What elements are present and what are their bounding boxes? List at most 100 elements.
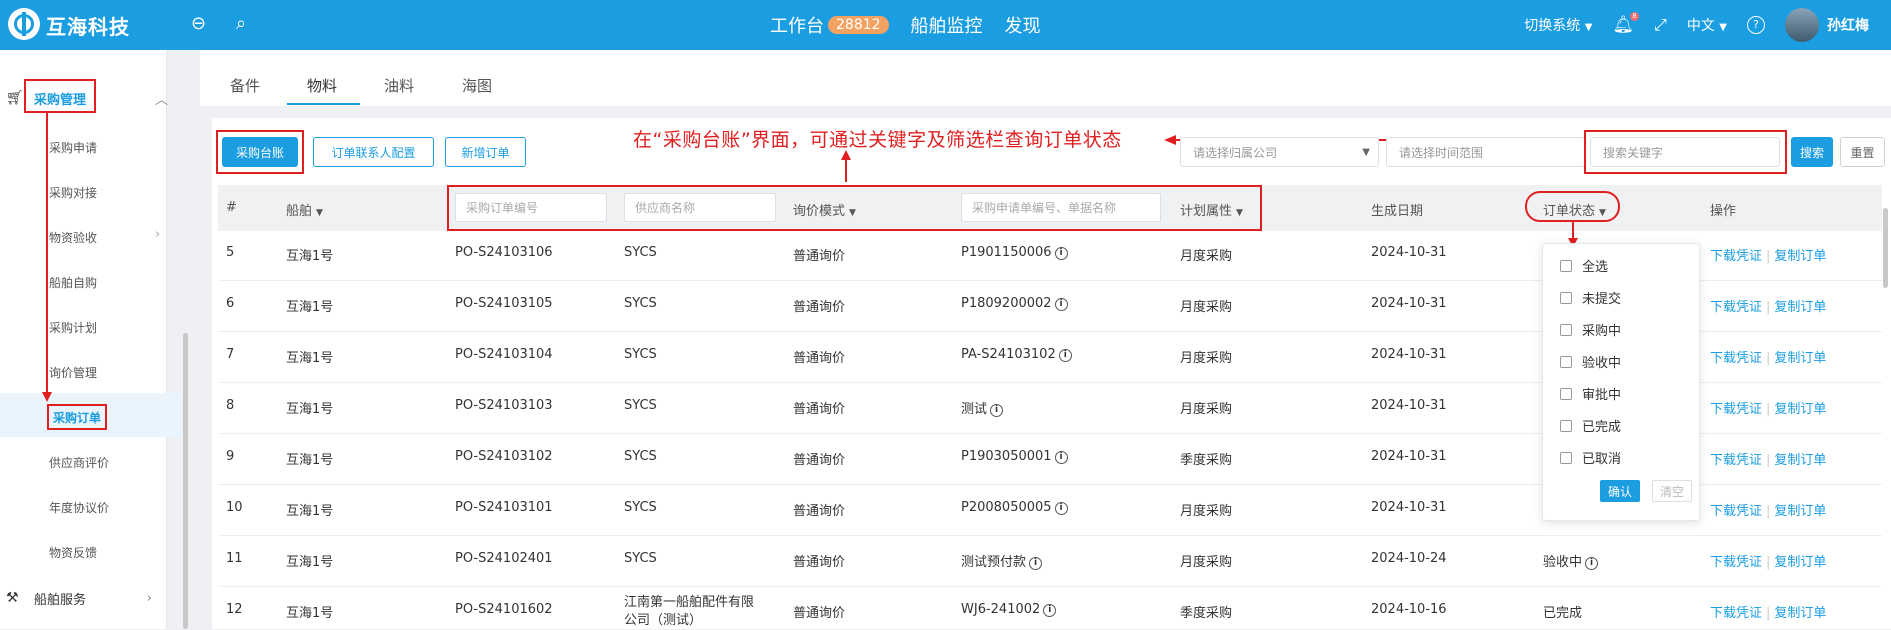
cell-index: 12	[226, 602, 243, 617]
sidebar-item-self-purchase[interactable]: 船舶自购	[49, 274, 97, 291]
reset-button[interactable]: 重置	[1840, 137, 1885, 167]
info-icon[interactable]: i	[1585, 557, 1599, 570]
switch-system-menu[interactable]: 切换系统 ▼	[1524, 15, 1592, 35]
nav-workbench[interactable]: 工作台 28812	[770, 12, 889, 38]
annotation-text: 在“采购台账”界面，可通过关键字及筛选栏查询订单状态	[633, 129, 1122, 151]
sidebar-item-purchase-plan[interactable]: 采购计划	[49, 319, 97, 336]
download-voucher-link[interactable]: 下载凭证	[1710, 351, 1762, 366]
sidebar-item-supplier-evaluation[interactable]: 供应商评价	[49, 454, 109, 471]
cell-inquiry-mode-text: 普通询价	[793, 249, 846, 264]
status-confirm-button[interactable]: 确认	[1600, 480, 1640, 502]
status-option-all[interactable]: 全选	[1560, 256, 1608, 275]
back-circle-icon[interactable]: ⊖	[191, 13, 206, 34]
contact-config-button[interactable]: 订单联系人配置	[313, 137, 434, 167]
copy-order-link[interactable]: 复制订单	[1774, 300, 1826, 315]
sidebar-item-material-feedback[interactable]: 物资反馈	[49, 544, 97, 561]
checkbox[interactable]	[1560, 419, 1572, 432]
copy-order-link[interactable]: 复制订单	[1774, 351, 1826, 366]
tab-materials[interactable]: 物料	[307, 75, 337, 96]
tab-charts[interactable]: 海图	[462, 75, 492, 96]
col-ship-filter[interactable]: 船舶 ▼	[286, 200, 323, 219]
ledger-button[interactable]: 采购台账	[222, 137, 298, 167]
tab-spare-parts[interactable]: 备件	[230, 75, 260, 96]
status-option-completed[interactable]: 已完成	[1560, 416, 1621, 435]
checkbox[interactable]	[1560, 291, 1572, 304]
checkbox[interactable]	[1560, 259, 1572, 272]
copy-order-link[interactable]: 复制订单	[1774, 504, 1826, 519]
checkbox[interactable]	[1560, 323, 1572, 336]
copy-order-link[interactable]: 复制订单	[1774, 402, 1826, 417]
cell-supplier-line: 江南第一船舶配件有限	[624, 595, 755, 610]
checkbox[interactable]	[1560, 355, 1572, 368]
copy-order-link[interactable]: 复制订单	[1774, 606, 1826, 621]
sidebar-item-purchase-request[interactable]: 采购申请	[49, 139, 97, 156]
table-scrollbar[interactable]	[1883, 208, 1888, 288]
info-icon[interactable]: i	[1029, 557, 1043, 570]
language-menu[interactable]: 中文 ▼	[1687, 15, 1727, 35]
cell-plan-attr-text: 月度采购	[1180, 300, 1233, 315]
sidebar-item-material-acceptance[interactable]: 物资验收	[49, 229, 97, 246]
download-voucher-link[interactable]: 下载凭证	[1710, 249, 1762, 264]
nav-ship-monitor[interactable]: 船舶监控	[911, 12, 983, 38]
status-clear-button[interactable]: 清空	[1652, 480, 1692, 502]
time-range-picker[interactable]: 请选择时间范围	[1386, 137, 1585, 167]
search-button[interactable]: 搜索	[1791, 137, 1833, 167]
status-option-label: 未提交	[1582, 292, 1622, 307]
sidebar-group-procurement[interactable]: 🛒︎ 采购管理 ︿	[0, 80, 168, 116]
sidebar-item-purchase-docking[interactable]: 采购对接	[49, 184, 97, 201]
info-icon[interactable]: i	[990, 404, 1004, 417]
user-name[interactable]: 孙红梅	[1827, 15, 1869, 35]
nav-workbench-label: 工作台	[770, 16, 824, 37]
download-voucher-link[interactable]: 下载凭证	[1710, 300, 1762, 315]
fullscreen-icon[interactable]: ⤢	[1654, 15, 1667, 35]
col-inquiry-mode-filter[interactable]: 询价模式 ▼	[793, 200, 856, 219]
order-number-filter[interactable]: 采购订单编号	[455, 193, 607, 222]
cell-ship: 互海1号	[286, 296, 333, 315]
col-plan-attr-filter[interactable]: 计划属性 ▼	[1180, 200, 1243, 219]
col-order-status-filter[interactable]: 订单状态 ▼	[1543, 200, 1606, 219]
checkbox[interactable]	[1560, 387, 1572, 400]
download-voucher-link[interactable]: 下载凭证	[1710, 504, 1762, 519]
status-option-accepting[interactable]: 验收中	[1560, 352, 1621, 371]
status-option-cancelled[interactable]: 已取消	[1560, 448, 1621, 467]
info-icon[interactable]: i	[1058, 349, 1072, 362]
info-icon[interactable]: i	[1054, 298, 1068, 311]
tab-oil[interactable]: 油料	[384, 75, 414, 96]
status-option-approving[interactable]: 审批中	[1560, 384, 1621, 403]
status-option-purchasing[interactable]: 采购中	[1560, 320, 1621, 339]
cell-actions: 下载凭证 | 复制订单	[1710, 296, 1826, 315]
sidebar-scrollbar[interactable]	[183, 333, 188, 629]
sidebar-item-annual-price[interactable]: 年度协议价	[49, 499, 109, 516]
copy-order-link[interactable]: 复制订单	[1774, 249, 1826, 264]
status-option-label: 验收中	[1582, 356, 1622, 371]
sidebar-item-purchase-order[interactable]: 采购订单	[53, 409, 101, 426]
cell-order-number: PO-S24103103	[455, 398, 553, 413]
help-icon[interactable]: ?	[1747, 16, 1765, 34]
info-icon[interactable]: i	[1054, 502, 1068, 515]
copy-order-link[interactable]: 复制订单	[1774, 555, 1826, 570]
nav-discover[interactable]: 发现	[1005, 12, 1041, 38]
keyword-search-input[interactable]: 搜索关键字	[1590, 137, 1780, 167]
bell-icon[interactable]: 🔔︎ 8	[1612, 12, 1640, 35]
new-order-button[interactable]: 新增订单	[445, 137, 526, 167]
info-icon[interactable]: i	[1054, 247, 1068, 260]
sidebar-item-inquiry[interactable]: 询价管理	[49, 364, 97, 381]
download-voucher-link[interactable]: 下载凭证	[1710, 402, 1762, 417]
avatar[interactable]	[1785, 8, 1819, 42]
checkbox[interactable]	[1560, 451, 1572, 464]
sidebar-group-ship-service[interactable]: ⚒︎ 船舶服务 ›	[0, 580, 166, 616]
cell-request: P2008050005 i	[961, 500, 1068, 515]
search-icon[interactable]: ⌕	[236, 13, 246, 34]
download-voucher-link[interactable]: 下载凭证	[1710, 555, 1762, 570]
supplier-filter[interactable]: 供应商名称	[624, 193, 776, 222]
download-voucher-link[interactable]: 下载凭证	[1710, 606, 1762, 621]
cell-index: 11	[226, 551, 243, 566]
company-select[interactable]: 请选择归属公司 ▼	[1180, 137, 1379, 167]
info-icon[interactable]: i	[1054, 451, 1068, 464]
download-voucher-link[interactable]: 下载凭证	[1710, 453, 1762, 468]
action-divider: |	[1766, 606, 1771, 621]
status-option-not-submitted[interactable]: 未提交	[1560, 288, 1621, 307]
info-icon[interactable]: i	[1043, 604, 1057, 617]
copy-order-link[interactable]: 复制订单	[1774, 453, 1826, 468]
request-filter[interactable]: 采购申请单编号、单据名称	[961, 193, 1161, 222]
